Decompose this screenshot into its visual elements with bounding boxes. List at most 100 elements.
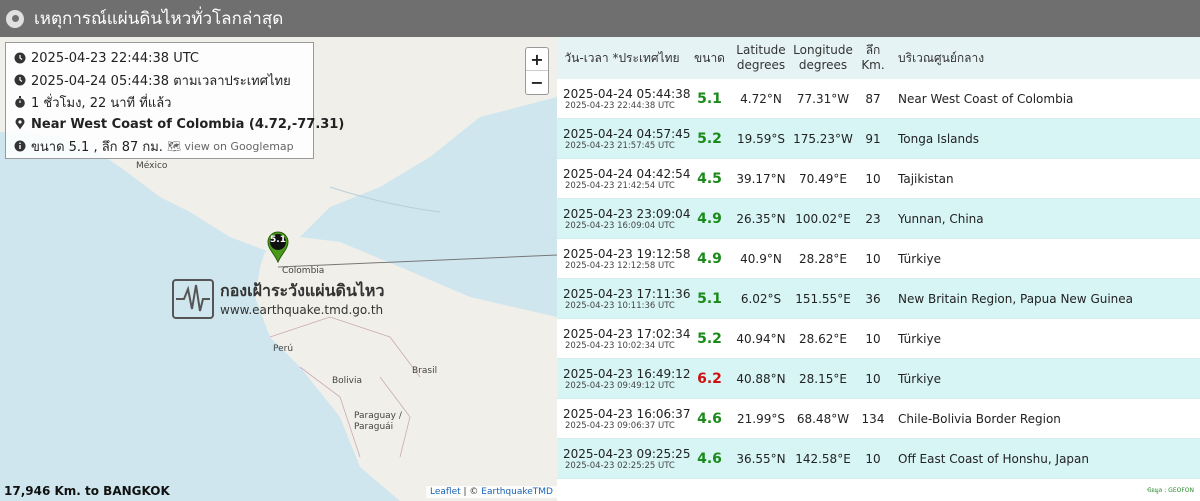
table-row[interactable]: 2025-04-24 04:42:54 2025-04-23 21:42:54 U… bbox=[557, 159, 1200, 199]
googlemap-link[interactable]: 🗺 view on Googlemap bbox=[167, 140, 294, 153]
table-row[interactable]: 2025-04-23 17:11:36 2025-04-23 10:11:36 U… bbox=[557, 279, 1200, 319]
cell-datetime: 2025-04-23 23:09:04 2025-04-23 16:09:04 U… bbox=[557, 206, 691, 231]
cell-longitude: 77.31°W bbox=[796, 91, 850, 106]
info-elapsed: 1 ชั่วโมง, 22 นาที ที่แล้ว bbox=[31, 95, 172, 111]
data-source: ข้อมูล : GEOFON bbox=[1147, 487, 1194, 494]
utc-time: 2025-04-23 09:06:37 UTC bbox=[565, 420, 675, 431]
table-row[interactable]: 2025-04-23 16:06:37 2025-04-23 09:06:37 U… bbox=[557, 399, 1200, 439]
cell-longitude: 142.58°E bbox=[795, 451, 851, 466]
cell-latitude: 40.94°N bbox=[736, 331, 786, 346]
table-row[interactable]: 2025-04-23 23:09:04 2025-04-23 16:09:04 U… bbox=[557, 199, 1200, 239]
earthquake-marker[interactable]: 5.1 bbox=[266, 231, 290, 264]
cell-region: Near West Coast of Colombia bbox=[898, 91, 1074, 106]
circle-dot-icon bbox=[6, 9, 24, 28]
clock-icon bbox=[14, 74, 26, 86]
table-row[interactable]: 2025-04-23 09:25:25 2025-04-23 02:25:25 U… bbox=[557, 439, 1200, 479]
cell-longitude: 28.28°E bbox=[799, 251, 847, 266]
info-utc-row: 2025-04-23 22:44:38 UTC bbox=[14, 47, 305, 69]
cell-depth: 36 bbox=[865, 291, 881, 306]
cell-latitude: 40.88°N bbox=[736, 371, 786, 386]
utc-time: 2025-04-23 22:44:38 UTC bbox=[565, 100, 675, 111]
cell-magnitude: 4.9 bbox=[697, 250, 722, 267]
header-latitude-line2: degrees bbox=[736, 58, 786, 72]
watermark-title: กองเฝ้าระวังแผ่นดินไหว bbox=[220, 281, 385, 300]
header-longitude: Longitude degrees bbox=[790, 43, 856, 73]
earthquaketmd-link[interactable]: EarthquakeTMD bbox=[481, 487, 553, 497]
cell-depth: 87 bbox=[865, 91, 881, 106]
header-longitude-line1: Longitude bbox=[793, 43, 853, 57]
cell-latitude: 19.59°S bbox=[737, 131, 785, 146]
title-bar: เหตุการณ์แผ่นดินไหวทั่วโลกล่าสุด bbox=[0, 0, 1200, 37]
leaflet-link[interactable]: Leaflet bbox=[430, 487, 461, 497]
cell-region: New Britain Region, Papua New Guinea bbox=[898, 291, 1134, 306]
header-depth: ลึก Km. bbox=[856, 43, 890, 73]
local-time: 2025-04-23 23:09:04 bbox=[563, 206, 691, 221]
cell-latitude: 21.99°S bbox=[737, 411, 785, 426]
table-row[interactable]: 2025-04-24 04:57:45 2025-04-23 21:57:45 U… bbox=[557, 119, 1200, 159]
local-time: 2025-04-24 05:44:38 bbox=[563, 86, 691, 101]
cell-longitude: 100.02°E bbox=[795, 211, 851, 226]
cell-datetime: 2025-04-23 16:49:12 2025-04-23 09:49:12 U… bbox=[557, 366, 691, 391]
zoom-in-button[interactable]: + bbox=[526, 48, 548, 71]
cell-datetime: 2025-04-24 05:44:38 2025-04-23 22:44:38 U… bbox=[557, 86, 691, 111]
info-utc: 2025-04-23 22:44:38 UTC bbox=[31, 50, 199, 66]
local-time: 2025-04-23 16:06:37 bbox=[563, 406, 691, 421]
map-panel[interactable]: México Colombia Perú Brasil Bolivia Para… bbox=[0, 37, 557, 501]
info-location-row: Near West Coast of Colombia (4.72,-77.31… bbox=[14, 113, 344, 135]
page-title: เหตุการณ์แผ่นดินไหวทั่วโลกล่าสุด bbox=[34, 9, 284, 29]
cell-datetime: 2025-04-23 17:11:36 2025-04-23 10:11:36 U… bbox=[557, 286, 691, 311]
cell-depth: 10 bbox=[865, 371, 881, 386]
googlemap-link-text: view on Googlemap bbox=[184, 139, 294, 153]
cell-magnitude: 4.6 bbox=[697, 410, 722, 427]
cell-longitude: 151.55°E bbox=[795, 291, 851, 306]
cell-magnitude: 5.2 bbox=[697, 330, 722, 347]
table-body: 2025-04-24 05:44:38 2025-04-23 22:44:38 U… bbox=[557, 79, 1200, 479]
table-row[interactable]: 2025-04-24 05:44:38 2025-04-23 22:44:38 U… bbox=[557, 79, 1200, 119]
cell-longitude: 70.49°E bbox=[799, 171, 847, 186]
table-header: วัน-เวลา *ประเทศไทย ขนาด Latitude degrees… bbox=[557, 37, 1200, 79]
cell-datetime: 2025-04-23 17:02:34 2025-04-23 10:02:34 U… bbox=[557, 327, 690, 351]
cell-region: Off East Coast of Honshu, Japan bbox=[898, 451, 1089, 466]
distance-to-bangkok: 17,946 Km. to BANGKOK bbox=[4, 484, 170, 498]
header-latitude: Latitude degrees bbox=[732, 43, 790, 73]
cell-datetime: 2025-04-23 09:25:25 2025-04-23 02:25:25 U… bbox=[557, 446, 691, 471]
cell-region: Tonga Islands bbox=[898, 131, 979, 146]
local-time: 2025-04-23 17:11:36 bbox=[563, 286, 691, 301]
cell-longitude: 175.23°W bbox=[793, 131, 853, 146]
table-row[interactable]: 2025-04-23 16:49:12 2025-04-23 09:49:12 U… bbox=[557, 359, 1200, 399]
header-depth-line2: Km. bbox=[861, 58, 885, 72]
info-elapsed-row: 1 ชั่วโมง, 22 นาที ที่แล้ว bbox=[14, 91, 305, 113]
local-time: 2025-04-23 09:25:25 bbox=[563, 446, 691, 461]
map-label-bolivia: Bolivia bbox=[332, 376, 363, 386]
header-region: บริเวณศูนย์กลาง bbox=[898, 50, 985, 65]
cell-magnitude: 5.1 bbox=[697, 90, 722, 107]
header-datetime: วัน-เวลา *ประเทศไทย bbox=[564, 50, 680, 65]
zoom-out-button[interactable]: − bbox=[526, 71, 548, 94]
info-magnitude-row: ขนาด 5.1 , ลึก 87 กม. 🗺 view on Googlema… bbox=[14, 135, 305, 157]
local-time: 2025-04-23 16:49:12 bbox=[563, 366, 691, 381]
header-latitude-line1: Latitude bbox=[736, 43, 786, 57]
attribution-separator: | © bbox=[460, 487, 482, 497]
location-pin-icon bbox=[15, 118, 25, 130]
cell-region: Tajikistan bbox=[898, 171, 954, 186]
map-label-paraguay: Paraguay / Paraguái bbox=[354, 411, 402, 432]
cell-latitude: 36.55°N bbox=[736, 451, 786, 466]
utc-time: 2025-04-23 12:12:58 UTC bbox=[565, 260, 675, 271]
cell-depth: 10 bbox=[865, 171, 881, 186]
map-label-mexico: México bbox=[136, 161, 168, 171]
header-depth-line1: ลึก bbox=[865, 43, 881, 57]
table-row[interactable]: 2025-04-23 17:02:34 2025-04-23 10:02:34 U… bbox=[557, 319, 1200, 359]
utc-time: 2025-04-23 09:49:12 UTC bbox=[565, 380, 675, 391]
local-time: 2025-04-23 19:12:58 bbox=[563, 246, 691, 261]
info-icon bbox=[14, 140, 26, 152]
cell-datetime: 2025-04-23 16:06:37 2025-04-23 09:06:37 U… bbox=[557, 406, 691, 431]
cell-datetime: 2025-04-24 04:57:45 2025-04-23 21:57:45 U… bbox=[557, 127, 690, 151]
cell-datetime: 2025-04-24 04:42:54 2025-04-23 21:42:54 U… bbox=[557, 167, 690, 191]
table-row[interactable]: 2025-04-23 19:12:58 2025-04-23 12:12:58 U… bbox=[557, 239, 1200, 279]
utc-time: 2025-04-23 16:09:04 UTC bbox=[565, 220, 675, 231]
utc-time: 2025-04-23 21:42:54 UTC bbox=[565, 180, 675, 191]
cell-region: Türkiye bbox=[898, 331, 941, 346]
utc-time: 2025-04-23 21:57:45 UTC bbox=[565, 140, 675, 151]
map-label-peru: Perú bbox=[273, 344, 294, 354]
cell-depth: 134 bbox=[861, 411, 885, 426]
